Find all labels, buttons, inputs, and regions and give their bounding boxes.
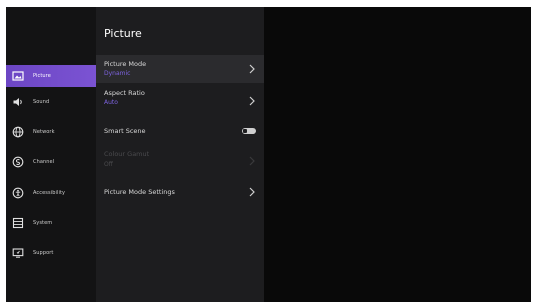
picture-mode-label: Picture Mode xyxy=(104,60,147,68)
chevron-right-icon xyxy=(248,187,256,197)
picture-mode-row[interactable]: Picture Mode Dynamic xyxy=(96,55,264,83)
sidebar-item-label: System xyxy=(33,220,53,226)
speaker-icon xyxy=(12,96,24,108)
sidebar-item-label: Picture xyxy=(33,73,51,79)
smart-scene-toggle[interactable] xyxy=(242,128,256,134)
sidebar-item-accessibility[interactable]: Accessibility xyxy=(6,182,96,204)
settings-sidebar: Picture Sound Network Channel Accessibil… xyxy=(6,7,96,302)
aspect-ratio-row[interactable]: Aspect Ratio Auto xyxy=(96,87,264,115)
picture-mode-settings-label: Picture Mode Settings xyxy=(104,188,175,196)
channel-icon xyxy=(12,156,24,168)
preview-area xyxy=(264,7,531,302)
sidebar-item-channel[interactable]: Channel xyxy=(6,151,96,173)
sidebar-item-label: Network xyxy=(33,129,55,135)
colour-gamut-label: Colour Gamut xyxy=(104,150,150,158)
sidebar-item-network[interactable]: Network xyxy=(6,121,96,143)
picture-mode-settings-row[interactable]: Picture Mode Settings xyxy=(96,183,264,201)
colour-gamut-value: Off xyxy=(104,161,113,168)
chevron-right-icon xyxy=(248,64,256,74)
tv-settings-screen: Picture Sound Network Channel Accessibil… xyxy=(6,7,531,302)
sidebar-item-label: Sound xyxy=(33,99,50,105)
smart-scene-label: Smart Scene xyxy=(104,127,146,135)
sidebar-item-system[interactable]: System xyxy=(6,212,96,234)
colour-gamut-row: Colour Gamut Off xyxy=(96,147,264,175)
toggle-knob xyxy=(243,129,247,133)
globe-icon xyxy=(12,126,24,138)
chevron-right-icon xyxy=(248,156,256,166)
sidebar-item-sound[interactable]: Sound xyxy=(6,91,96,113)
aspect-ratio-label: Aspect Ratio xyxy=(104,89,145,97)
picture-mode-value: Dynamic xyxy=(104,70,131,77)
picture-icon xyxy=(12,70,24,82)
smart-scene-row[interactable]: Smart Scene xyxy=(96,123,264,139)
sidebar-item-label: Channel xyxy=(33,159,55,165)
page-title: Picture xyxy=(104,27,142,40)
accessibility-icon xyxy=(12,187,24,199)
aspect-ratio-value: Auto xyxy=(104,99,118,106)
sidebar-item-label: Support xyxy=(33,250,54,256)
chevron-right-icon xyxy=(248,96,256,106)
sidebar-item-label: Accessibility xyxy=(33,190,66,196)
sidebar-item-support[interactable]: Support xyxy=(6,242,96,264)
system-icon xyxy=(12,217,24,229)
sidebar-item-picture[interactable]: Picture xyxy=(6,65,96,87)
support-icon xyxy=(12,247,24,259)
picture-settings-panel: Picture Picture Mode Dynamic Aspect Rati… xyxy=(96,7,264,302)
